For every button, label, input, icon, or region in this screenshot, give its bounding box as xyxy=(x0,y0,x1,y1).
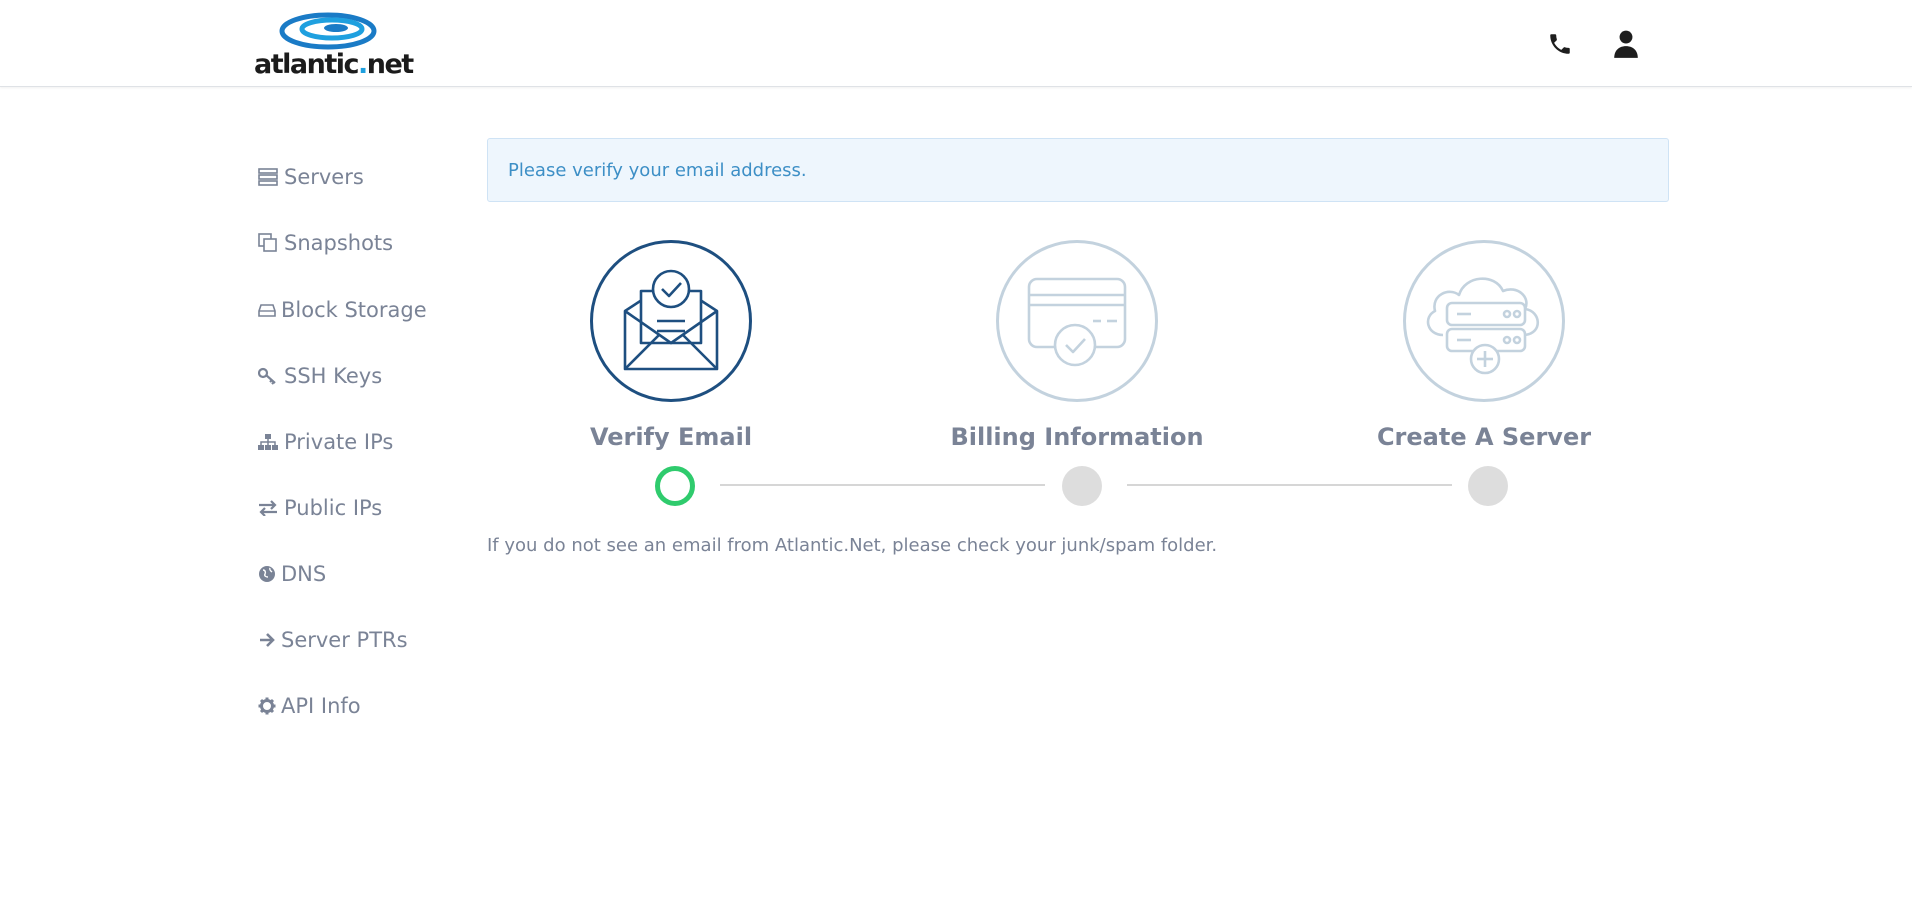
top-header: atlantic.net xyxy=(0,0,1912,87)
progress-track-1 xyxy=(720,484,1045,486)
sidebar-item-label: DNS xyxy=(281,562,327,586)
spam-folder-note: If you do not see an email from Atlantic… xyxy=(487,535,1218,556)
sidebar-item-servers[interactable]: Servers xyxy=(258,162,364,192)
step-label-verify-email: Verify Email xyxy=(589,423,753,451)
sidebar-item-label: Public IPs xyxy=(284,496,383,520)
user-button[interactable] xyxy=(1608,26,1644,62)
gear-icon xyxy=(258,696,281,716)
sidebar-item-private-ips[interactable]: Private IPs xyxy=(258,427,393,457)
exchange-icon xyxy=(258,498,284,518)
globe-icon xyxy=(258,564,281,584)
sidebar-item-label: Servers xyxy=(284,165,364,189)
step-verify-email-circle xyxy=(590,240,752,402)
sidebar-item-public-ips[interactable]: Public IPs xyxy=(258,493,382,523)
sidebar-item-label: Block Storage xyxy=(281,298,427,322)
logo-text-main: atlantic xyxy=(254,49,360,80)
hard-drive-icon xyxy=(258,300,281,320)
sidebar-item-server-ptrs[interactable]: Server PTRs xyxy=(258,625,408,655)
logo-wordmark: atlantic.net xyxy=(254,49,414,80)
sidebar-item-label: Snapshots xyxy=(284,231,394,255)
sidebar-item-api-info[interactable]: API Info xyxy=(258,691,361,721)
sidebar-item-snapshots[interactable]: Snapshots xyxy=(258,228,393,258)
credit-card-check-icon xyxy=(1027,277,1127,367)
step-label-billing: Billing Information xyxy=(950,423,1204,451)
arrow-right-icon xyxy=(258,630,281,650)
sidebar-item-label: SSH Keys xyxy=(284,364,383,388)
cloud-server-add-icon xyxy=(1426,277,1540,375)
atlantic-net-logo[interactable]: atlantic.net xyxy=(254,10,414,80)
logo-text-dot: . xyxy=(358,49,368,80)
sidebar-item-dns[interactable]: DNS xyxy=(258,559,326,589)
sidebar-item-label: Private IPs xyxy=(284,430,394,454)
phone-button[interactable] xyxy=(1542,26,1578,62)
sidebar-item-ssh-keys[interactable]: SSH Keys xyxy=(258,361,382,391)
step-billing-circle xyxy=(996,240,1158,402)
phone-icon xyxy=(1550,34,1570,54)
sidebar-item-label: Server PTRs xyxy=(281,628,408,652)
user-icon xyxy=(1614,30,1638,58)
sidebar-item-label: API Info xyxy=(281,694,361,718)
verify-email-alert: Please verify your email address. xyxy=(487,138,1669,202)
step-create-server-circle xyxy=(1403,240,1565,402)
envelope-check-icon xyxy=(623,269,719,371)
progress-dot-pending xyxy=(1062,466,1102,506)
copy-icon xyxy=(258,233,284,253)
step-label-create-server: Create A Server xyxy=(1376,423,1592,451)
progress-dot-pending xyxy=(1468,466,1508,506)
key-icon xyxy=(258,366,284,386)
sidebar-item-block-storage[interactable]: Block Storage xyxy=(258,295,427,325)
server-icon xyxy=(258,167,284,187)
alert-message: Please verify your email address. xyxy=(508,159,807,181)
progress-dot-current xyxy=(655,466,695,506)
progress-track-2 xyxy=(1127,484,1452,486)
logo-swirl-icon xyxy=(279,12,377,50)
network-icon xyxy=(258,432,284,452)
logo-text-tail: net xyxy=(366,49,414,80)
